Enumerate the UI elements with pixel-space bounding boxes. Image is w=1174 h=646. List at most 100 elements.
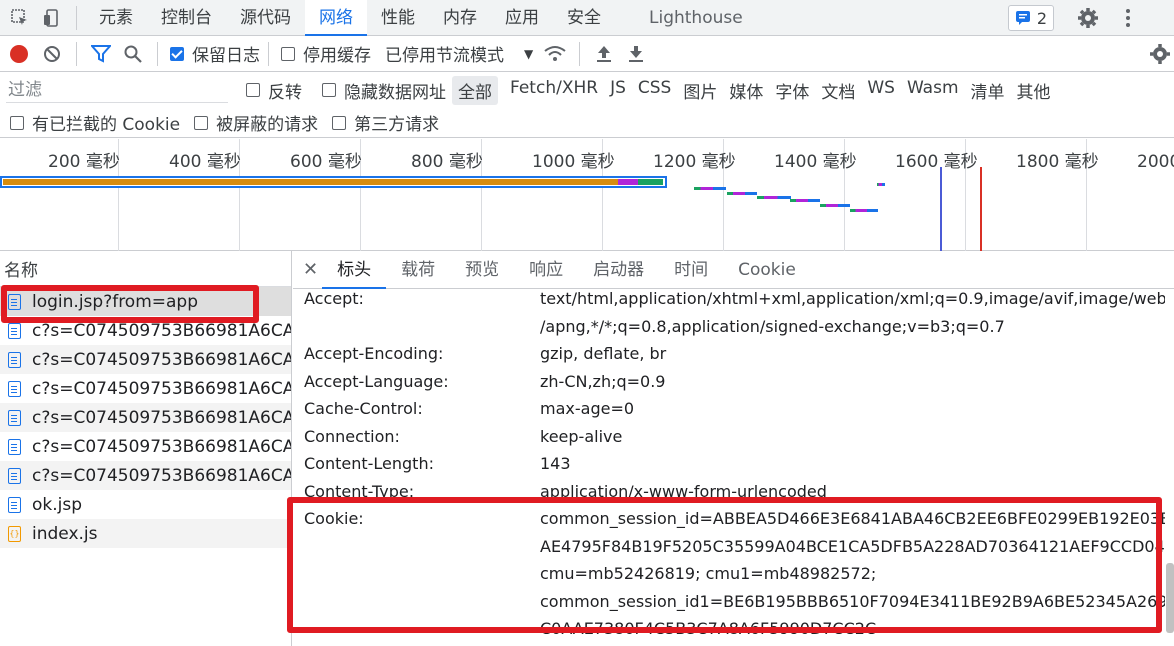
timeline-tick-label: 800 毫秒 [411, 152, 483, 172]
network-toolbar: 保留日志 停用缓存 已停用节流模式 ▼ [0, 36, 1174, 72]
tab-0[interactable]: 元素 [85, 0, 147, 36]
timeline-tick-label: 600 毫秒 [290, 152, 362, 172]
network-settings-gear-icon[interactable] [1146, 38, 1174, 70]
filter-type-9[interactable]: Wasm [901, 76, 965, 105]
timeline-request-dash [727, 192, 757, 195]
filter-type-7[interactable]: 文档 [815, 76, 861, 105]
request-row[interactable]: {} index.js [0, 519, 291, 548]
timeline-tick-label: 400 毫秒 [169, 152, 241, 172]
name-column-header[interactable]: 名称 [0, 251, 291, 287]
filter-type-3[interactable]: CSS [632, 76, 677, 105]
device-toolbar-icon[interactable] [36, 2, 68, 34]
tab-3[interactable]: 网络 [305, 0, 367, 36]
document-file-icon [8, 380, 21, 397]
tab-7[interactable]: 安全 [553, 0, 615, 36]
timeline-overview[interactable]: 200 毫秒 400 毫秒 600 毫秒 800 毫秒 1000 毫秒 1200 毫秒 14… [0, 139, 1174, 251]
settings-gear-icon[interactable] [1072, 2, 1104, 34]
invert-label: 反转 [268, 82, 302, 103]
highlight-box-cookie-header [287, 497, 1162, 633]
record-button[interactable] [10, 44, 28, 63]
header-value: keep-alive [540, 426, 623, 446]
request-name: c?s=C074509753B66981A6CAC9... [32, 320, 291, 341]
filter-type-5[interactable]: 媒体 [723, 76, 769, 105]
timeline-bar-waiting [3, 179, 618, 185]
search-icon[interactable] [117, 38, 149, 70]
header-value: gzip, deflate, br [540, 344, 667, 363]
request-name: index.js [32, 523, 98, 544]
load-event-line [980, 167, 982, 251]
request-name: c?s=C074509753B66981A6CAC9... [32, 407, 291, 428]
timeline-request-dash [820, 204, 850, 207]
throttling-select[interactable]: 已停用节流模式 [385, 41, 504, 66]
tab-4[interactable]: 性能 [367, 0, 429, 36]
document-file-icon [8, 409, 21, 426]
request-row[interactable]: c?s=C074509753B66981A6CAC9... [0, 461, 291, 490]
header-name: Accept-Language: [304, 371, 449, 391]
filter-type-6[interactable]: 字体 [769, 76, 815, 105]
header-value: max-age=0 [540, 399, 635, 418]
filter-type-8[interactable]: WS [861, 76, 901, 105]
timeline-bar-download [638, 179, 663, 185]
timeline-request-dash [757, 196, 791, 199]
filter-type-4[interactable]: 图片 [677, 76, 723, 105]
divider [76, 5, 77, 30]
timeline-request-dash [877, 183, 885, 186]
inspect-element-icon[interactable] [4, 2, 36, 34]
preserve-log-label: 保留日志 [192, 46, 260, 66]
request-name: ok.jsp [32, 494, 83, 515]
request-row[interactable]: c?s=C074509753B66981A6CAC9... [0, 374, 291, 403]
import-har-upload-icon[interactable] [588, 38, 620, 70]
blocked-cookies-checkbox[interactable] [10, 115, 24, 130]
filter-funnel-icon[interactable] [85, 38, 117, 70]
timeline-tick-label: 1800 毫秒 [1016, 152, 1099, 172]
filter-type-2[interactable]: JS [604, 76, 632, 105]
header-name: Accept: [304, 289, 364, 308]
request-row[interactable]: c?s=C074509753B66981A6CAC9... [0, 403, 291, 432]
export-har-download-icon[interactable] [620, 38, 652, 70]
disable-cache-label: 停用缓存 [303, 46, 371, 66]
clear-icon[interactable] [36, 38, 68, 70]
tab-2[interactable]: 源代码 [226, 0, 305, 36]
timeline-tick-label: 200 毫秒 [48, 152, 120, 172]
tab-1[interactable]: 控制台 [147, 0, 226, 36]
hide-data-urls-checkbox[interactable] [322, 83, 336, 97]
header-value: 143 [540, 454, 571, 473]
issues-badge[interactable]: 2 [1008, 5, 1054, 31]
timeline-tick-label: 1000 毫秒 [532, 152, 615, 172]
tab-5[interactable]: 内存 [429, 0, 491, 36]
header-name: Accept-Encoding: [304, 344, 444, 363]
filter-input[interactable]: 过滤 [6, 77, 228, 103]
timeline-tick-label: 1600 毫秒 [895, 152, 978, 172]
timeline-request-dash [790, 199, 820, 202]
filter-type-10[interactable]: 清单 [965, 76, 1011, 105]
timeline-tick-label: 1400 毫秒 [774, 152, 857, 172]
request-row[interactable]: ok.jsp [0, 490, 291, 519]
tab-6[interactable]: 应用 [491, 0, 553, 36]
highlight-box-login-request [1, 285, 259, 323]
filter-type-0[interactable]: 全部 [452, 75, 498, 105]
preserve-log-checkbox[interactable] [170, 46, 184, 61]
header-value: zh-CN,zh;q=0.9 [540, 371, 666, 391]
blocked-cookies-label: 有已拦截的 Cookie [32, 115, 181, 135]
tab-8[interactable]: Lighthouse [615, 0, 757, 36]
timeline-request-dash [850, 209, 878, 212]
filter-type-1[interactable]: Fetch/XHR [504, 76, 604, 105]
blocked-requests-checkbox[interactable] [194, 115, 209, 130]
dom-content-loaded-line [940, 167, 942, 251]
timeline-bar-ttfb [618, 179, 638, 185]
divider [579, 41, 581, 66]
scrollbar-thumb[interactable] [1166, 563, 1174, 633]
third-party-checkbox[interactable] [332, 115, 347, 130]
disable-cache-checkbox[interactable] [281, 46, 295, 61]
chevron-down-icon[interactable]: ▼ [524, 47, 533, 61]
invert-checkbox[interactable] [246, 83, 260, 97]
timeline-tick-label: 1200 毫秒 [653, 152, 736, 172]
more-menu-icon[interactable] [1112, 2, 1144, 34]
header-name: Content-Length: [304, 454, 434, 473]
request-row[interactable]: c?s=C074509753B66981A6CAC9... [0, 345, 291, 374]
filter-type-11[interactable]: 其他 [1011, 76, 1057, 105]
devtools-tabbar: 元素 控制台 源代码 网络 性能 内存 应用 安全 Lighthouse 2 [0, 0, 1174, 36]
header-value: /apng,*/*;q=0.8,application/signed-excha… [540, 316, 1005, 336]
request-row[interactable]: c?s=C074509753B66981A6CAC9... [0, 432, 291, 461]
network-conditions-wifi-icon[interactable] [539, 38, 571, 70]
